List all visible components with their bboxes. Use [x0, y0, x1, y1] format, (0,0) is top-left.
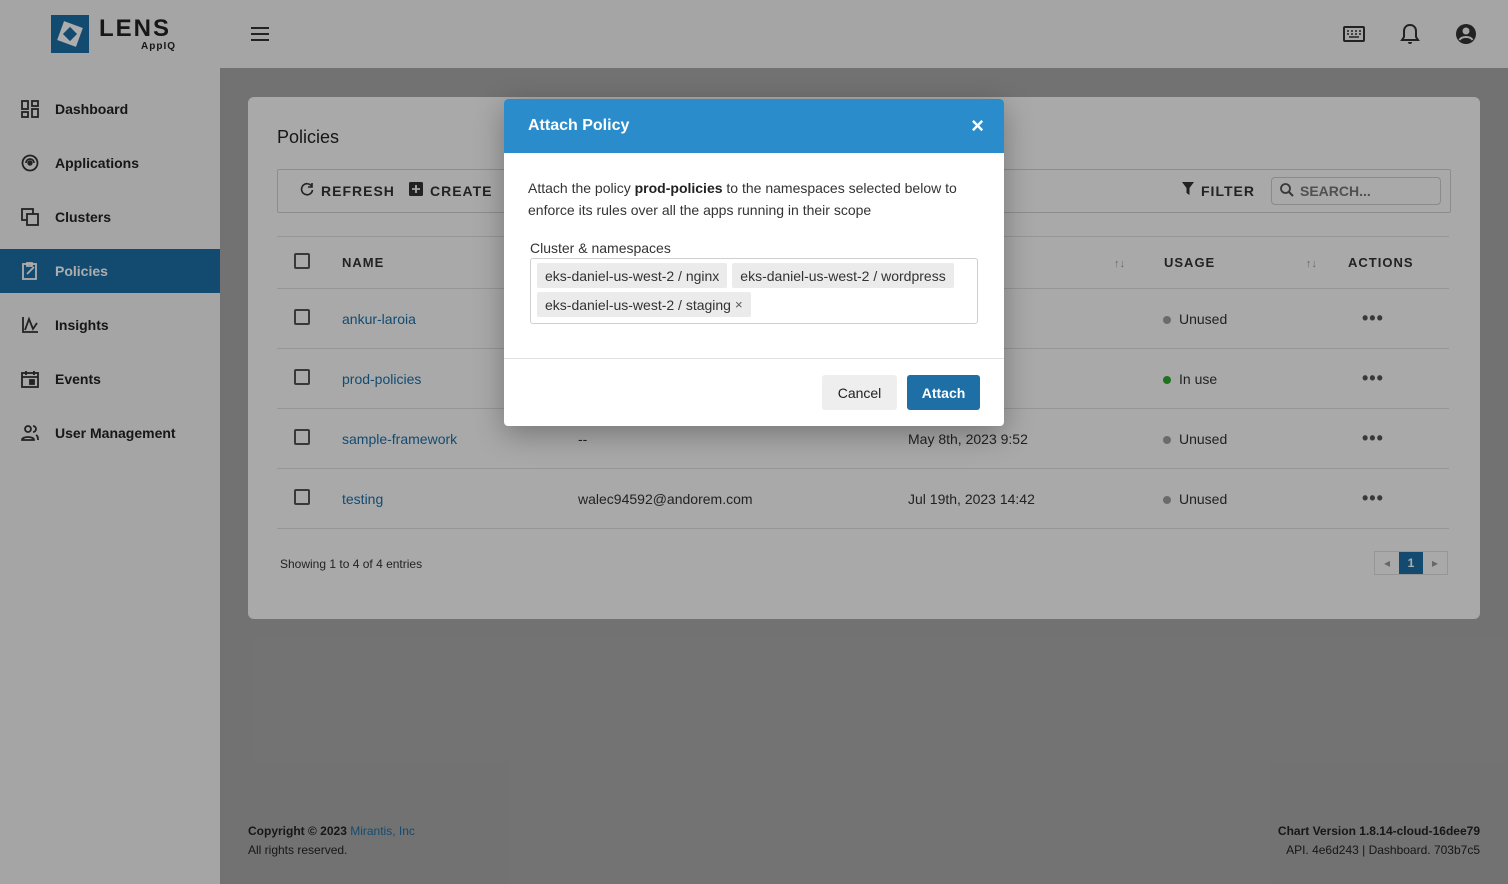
attach-policy-dialog: Attach Policy × Attach the policy prod-p… [504, 99, 1004, 426]
desc-text-pre: Attach the policy [528, 180, 635, 196]
policy-name-bold: prod-policies [634, 180, 723, 196]
cancel-button[interactable]: Cancel [822, 375, 897, 410]
dialog-description: Attach the policy prod-policies to the n… [528, 177, 980, 221]
close-icon[interactable]: × [971, 115, 984, 137]
namespace-tag[interactable]: eks-daniel-us-west-2 / wordpress [732, 263, 954, 288]
tag-label: eks-daniel-us-west-2 / wordpress [740, 267, 946, 284]
tag-label: eks-daniel-us-west-2 / staging [545, 296, 731, 313]
dialog-footer: Cancel Attach [504, 359, 1004, 426]
dialog-body: Attach the policy prod-policies to the n… [504, 153, 1004, 359]
namespaces-field-label: Cluster & namespaces [530, 240, 671, 256]
remove-tag-icon[interactable]: × [735, 297, 743, 312]
dialog-title: Attach Policy [528, 117, 630, 134]
namespaces-multiselect[interactable]: eks-daniel-us-west-2 / nginx eks-daniel-… [530, 258, 978, 324]
attach-button[interactable]: Attach [907, 375, 980, 410]
namespace-tag[interactable]: eks-daniel-us-west-2 / staging × [537, 292, 751, 317]
namespace-tag[interactable]: eks-daniel-us-west-2 / nginx [537, 263, 728, 288]
tag-label: eks-daniel-us-west-2 / nginx [545, 267, 720, 284]
dialog-header: Attach Policy × [504, 99, 1004, 153]
